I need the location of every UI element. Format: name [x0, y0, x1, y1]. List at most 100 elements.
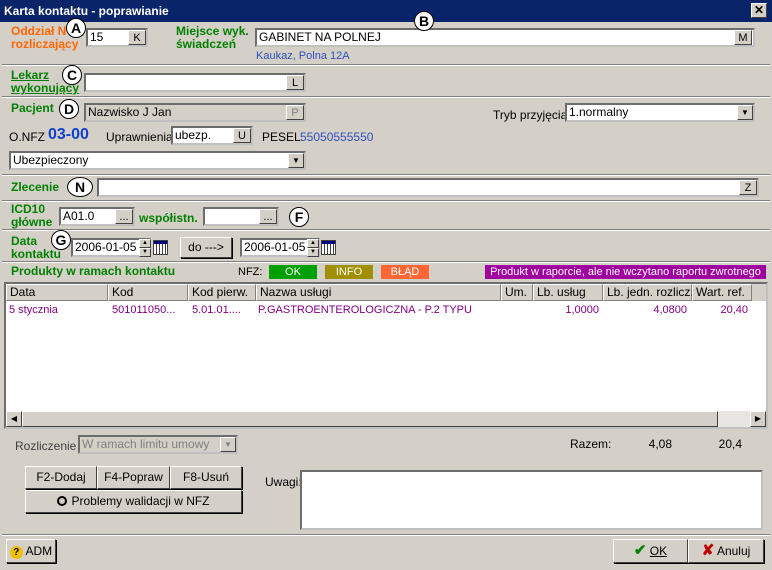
- data-kontaktu-label-line2: kontaktu: [11, 247, 62, 261]
- ubezpieczenie-value: Ubezpieczony: [13, 153, 89, 167]
- miejsce-input[interactable]: GABINET NA POLNEJ: [255, 28, 755, 47]
- miejsce-value: GABINET NA POLNEJ: [259, 30, 381, 44]
- separator: [2, 229, 770, 231]
- date-to-spinner[interactable]: ▲ ▼: [307, 239, 319, 257]
- marker-c: C: [62, 65, 82, 85]
- marker-d: D: [59, 99, 79, 119]
- close-button[interactable]: ✕: [751, 3, 767, 18]
- date-from-spinner[interactable]: ▲ ▼: [139, 239, 151, 257]
- cell-data: 5 stycznia: [9, 304, 58, 316]
- produkty-table[interactable]: Data Kod Kod pierw. Nazwa usługi Um. Lb.…: [4, 282, 768, 429]
- uprawnienia-lookup-button[interactable]: U: [233, 128, 251, 143]
- close-icon: ✕: [753, 3, 765, 17]
- marker-n: N: [67, 177, 93, 197]
- date-to-value: 2006-01-05: [244, 240, 306, 254]
- marker-b: B: [414, 11, 434, 31]
- scroll-right-icon[interactable]: ▶: [750, 411, 766, 427]
- chevron-down-icon[interactable]: ▼: [220, 437, 236, 452]
- cell-wart: 20,40: [720, 304, 748, 316]
- icd-wsp-lookup-button[interactable]: ...: [259, 209, 277, 224]
- pacjent-input[interactable]: Nazwisko J Jan: [84, 103, 306, 122]
- oddzial-label-line2: rozliczający: [11, 37, 79, 51]
- cell-lb-uslug: 1,0000: [565, 304, 599, 316]
- icd-main-lookup-button[interactable]: ...: [115, 209, 133, 224]
- nfz-label: NFZ:: [238, 266, 263, 278]
- adm-label: ADM: [25, 544, 53, 558]
- chevron-down-icon[interactable]: ▼: [737, 105, 753, 120]
- separator: [2, 200, 770, 202]
- status-badge-ok: OK: [269, 265, 317, 279]
- col-header-kod[interactable]: Kod: [108, 284, 188, 301]
- cell-kod-pierw: 5.01.01....: [192, 304, 241, 316]
- pesel-value: 55050555550: [300, 130, 374, 144]
- cell-nazwa: P.GASTROENTEROLOGICZNA - P.2 TYPU: [258, 304, 472, 316]
- tryb-value: 1.normalny: [569, 105, 629, 119]
- date-to-button[interactable]: do --->: [180, 237, 232, 258]
- col-header-um[interactable]: Um.: [501, 284, 533, 301]
- status-badge-raport: Produkt w raporcie, ale nie wczytano rap…: [485, 265, 766, 279]
- rozliczenie-select[interactable]: W ramach limitu umowy ▼: [78, 435, 238, 454]
- usun-button[interactable]: F8-Usuń: [170, 466, 242, 489]
- window-titlebar: Karta kontaktu - poprawianie ✕: [0, 0, 772, 22]
- icd-label-line2: główne: [11, 215, 53, 229]
- miejsce-lookup-button[interactable]: M: [734, 30, 752, 45]
- cell-kod: 501011050...: [112, 304, 176, 316]
- marker-f: F: [289, 207, 309, 227]
- produkty-title: Produkty w ramach kontaktu: [11, 264, 176, 278]
- separator: [2, 64, 770, 66]
- lekarz-lookup-button[interactable]: L: [286, 75, 304, 90]
- oddzial-lookup-button[interactable]: K: [128, 30, 146, 45]
- calendar-icon[interactable]: [153, 240, 168, 255]
- zlecenie-lookup-button[interactable]: Z: [739, 180, 757, 195]
- separator: [2, 534, 770, 536]
- pacjent-label: Pacjent: [11, 101, 54, 115]
- marker-g: G: [51, 230, 71, 250]
- cell-lb-jedn: 4,0800: [653, 304, 687, 316]
- pacjent-value: Nazwisko J Jan: [88, 105, 172, 119]
- oddzial-value: 15: [90, 30, 104, 44]
- ubezpieczenie-select[interactable]: Ubezpieczony ▼: [9, 151, 306, 170]
- help-icon: ?: [9, 546, 23, 559]
- ok-button[interactable]: ✔ OK: [613, 539, 688, 563]
- miejsce-address: Kaukaz, Polna 12A: [256, 50, 350, 62]
- tryb-select[interactable]: 1.normalny ▼: [565, 103, 755, 122]
- miejsce-label-line2: świadczeń: [176, 37, 237, 51]
- uprawnienia-value: ubezp.: [175, 128, 212, 142]
- col-header-nazwa[interactable]: Nazwa usługi: [256, 284, 501, 301]
- dodaj-button[interactable]: F2-Dodaj: [25, 466, 97, 489]
- uprawnienia-label: Uprawnienia:: [106, 130, 177, 144]
- problemy-label: Problemy walidacji w NFZ: [71, 494, 210, 508]
- separator: [2, 261, 770, 263]
- problemy-walidacji-button[interactable]: Problemy walidacji w NFZ: [25, 490, 242, 513]
- marker-a: A: [66, 18, 86, 38]
- uwagi-textarea[interactable]: [300, 470, 763, 530]
- popraw-button[interactable]: F4-Popraw: [97, 466, 170, 489]
- rozliczenie-value: W ramach limitu umowy: [82, 437, 210, 451]
- chevron-down-icon[interactable]: ▼: [288, 153, 304, 168]
- tryb-label: Tryb przyjęcia: [493, 108, 568, 122]
- scroll-left-icon[interactable]: ◀: [6, 411, 22, 427]
- zlecenie-input[interactable]: [97, 178, 759, 197]
- status-badge-info: INFO: [325, 265, 373, 279]
- pacjent-lookup-button[interactable]: P: [286, 105, 304, 120]
- col-header-kod-pierw[interactable]: Kod pierw.: [188, 284, 256, 301]
- separator: [2, 174, 770, 176]
- razem-jedn: 4,08: [648, 437, 672, 451]
- cross-icon: ✘: [701, 542, 715, 559]
- zlecenie-label: Zlecenie: [11, 180, 60, 194]
- icd-wsp-label: współistn.: [139, 211, 198, 225]
- col-header-wart[interactable]: Wart. ref.: [692, 284, 752, 301]
- col-header-lb-uslug[interactable]: Lb. usług: [533, 284, 603, 301]
- col-header-data[interactable]: Data: [6, 284, 108, 301]
- scroll-thumb[interactable]: [22, 411, 718, 427]
- miejsce-label: Miejsce wyk. świadczeń: [176, 25, 249, 51]
- col-header-lb-jedn[interactable]: Lb. jedn. rozlicz.: [603, 284, 694, 301]
- adm-button[interactable]: ? ADM: [6, 539, 56, 563]
- calendar-icon[interactable]: [321, 240, 336, 255]
- ok-label: OK: [649, 544, 668, 558]
- anuluj-button[interactable]: ✘ Anuluj: [688, 539, 764, 563]
- status-badge-blad: BŁĄD: [381, 265, 429, 279]
- lekarz-input[interactable]: [84, 73, 306, 92]
- anuluj-label: Anuluj: [716, 544, 751, 558]
- horizontal-scrollbar[interactable]: ◀ ▶: [6, 411, 766, 427]
